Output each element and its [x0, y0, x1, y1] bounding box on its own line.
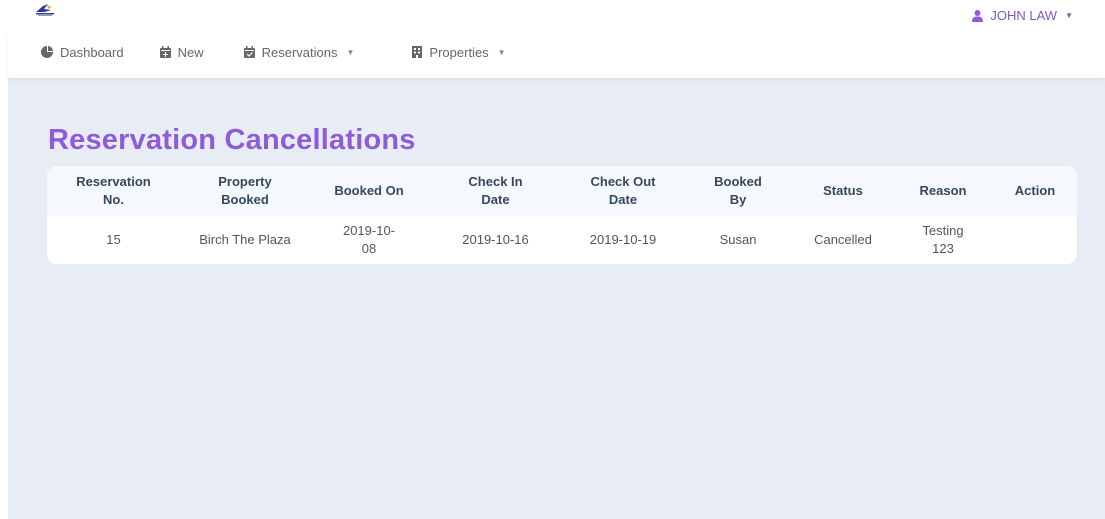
- cell-booked-by: Susan: [719, 232, 757, 247]
- nav-properties-label: Properties: [429, 44, 489, 60]
- nav-new[interactable]: New: [159, 32, 204, 78]
- column-header: Check Out Date: [590, 174, 656, 207]
- column-header: Reason: [919, 183, 967, 198]
- user-icon: [972, 9, 984, 22]
- calendar-plus-icon: [159, 46, 171, 58]
- nav-reservations[interactable]: Reservations ▼: [243, 32, 355, 78]
- building-icon: [412, 46, 423, 58]
- chevron-down-icon: ▼: [1065, 11, 1073, 20]
- chevron-down-icon: ▼: [497, 47, 506, 57]
- nav-dashboard[interactable]: Dashboard: [41, 32, 124, 78]
- column-header: Booked On: [334, 183, 404, 198]
- cell-property: Birch The Plaza: [199, 232, 291, 247]
- main-nav: Dashboard New Reservations ▼ Properties …: [8, 32, 1105, 78]
- page-title: Reservation Cancellations: [48, 124, 416, 156]
- cell-action[interactable]: [993, 216, 1077, 264]
- cell-reason: Testing 123: [922, 223, 964, 256]
- cell-check-in: 2019-10-16: [462, 232, 529, 247]
- cell-reservation-no: 15: [106, 232, 121, 247]
- calendar-check-icon: [243, 46, 255, 58]
- cell-booked-on: 2019-10- 08: [342, 223, 396, 256]
- chevron-down-icon: ▼: [346, 47, 355, 57]
- table-row[interactable]: 15 Birch The Plaza 2019-10- 08 2019-10-16…: [47, 216, 1077, 264]
- column-header: Reservation No.: [76, 174, 151, 207]
- cancellations-table-card: Reservation No. Property Booked Booked On …: [47, 166, 1077, 264]
- company-logo[interactable]: [34, 3, 56, 17]
- user-name: JOHN LAW: [990, 8, 1058, 23]
- column-header: Property Booked: [218, 174, 272, 207]
- cell-check-out: 2019-10-19: [589, 232, 657, 247]
- column-header: Status: [823, 183, 863, 198]
- cancellations-table: Reservation No. Property Booked Booked On …: [47, 166, 1077, 264]
- column-header: Booked By: [714, 174, 762, 207]
- top-bar: JOHN LAW ▼: [0, 0, 1105, 32]
- nav-reservations-label: Reservations: [261, 44, 338, 60]
- nav-properties[interactable]: Properties ▼: [412, 32, 506, 78]
- main-content: Reservation Cancellations Reservation No.…: [8, 78, 1105, 519]
- user-menu[interactable]: JOHN LAW ▼: [972, 8, 1073, 23]
- nav-new-label: New: [177, 44, 204, 60]
- cell-status: Cancelled: [814, 232, 872, 247]
- nav-dashboard-label: Dashboard: [60, 44, 124, 60]
- column-header: Check In Date: [468, 174, 523, 207]
- pie-chart-icon: [41, 46, 53, 58]
- column-header: Action: [1014, 183, 1056, 198]
- table-header-row: Reservation No. Property Booked Booked On …: [47, 166, 1077, 216]
